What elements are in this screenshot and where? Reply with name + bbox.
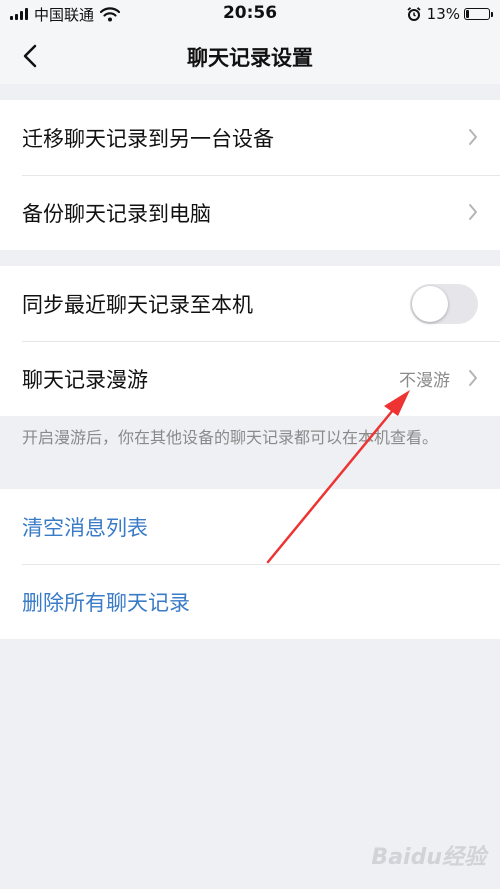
clear-message-list-item[interactable]: 清空消息列表 [0,489,500,564]
backup-to-pc-item[interactable]: 备份聊天记录到电脑 [0,175,500,250]
chevron-right-icon [469,204,477,220]
chevron-right-icon [469,129,477,145]
chevron-right-icon [469,370,477,386]
clear-group: 清空消息列表 删除所有聊天记录 [0,489,500,639]
migrate-label: 迁移聊天记录到另一台设备 [22,126,274,151]
alarm-icon [407,7,421,21]
chat-roaming-item[interactable]: 聊天记录漫游 不漫游 [0,341,500,416]
delete-label: 删除所有聊天记录 [22,590,190,615]
roaming-label: 聊天记录漫游 [22,367,148,392]
delete-all-history-item[interactable]: 删除所有聊天记录 [0,564,500,639]
battery-icon [464,8,493,20]
clear-label: 清空消息列表 [22,515,148,540]
status-right: 13% [407,4,493,24]
sync-recent-item: 同步最近聊天记录至本机 [0,266,500,341]
sync-group: 同步最近聊天记录至本机 聊天记录漫游 不漫游 [0,266,500,416]
sync-label: 同步最近聊天记录至本机 [22,292,253,317]
toggle-knob [412,286,448,322]
transfer-group: 迁移聊天记录到另一台设备 备份聊天记录到电脑 [0,100,500,250]
roaming-value: 不漫游 [399,371,450,391]
battery-percent: 13% [426,5,460,23]
status-bar: 中国联通 20:56 13% [0,0,500,28]
sync-toggle[interactable] [410,284,478,324]
watermark: Baidu经验 [371,845,486,870]
backup-label: 备份聊天记录到电脑 [22,201,211,226]
roaming-hint: 开启漫游后，你在其他设备的聊天记录都可以在本机查看。 [22,428,439,447]
migrate-chat-history-item[interactable]: 迁移聊天记录到另一台设备 [0,100,500,175]
battery-level [466,10,469,18]
nav-bar: 聊天记录设置 [0,28,500,84]
page-title: 聊天记录设置 [187,46,313,70]
